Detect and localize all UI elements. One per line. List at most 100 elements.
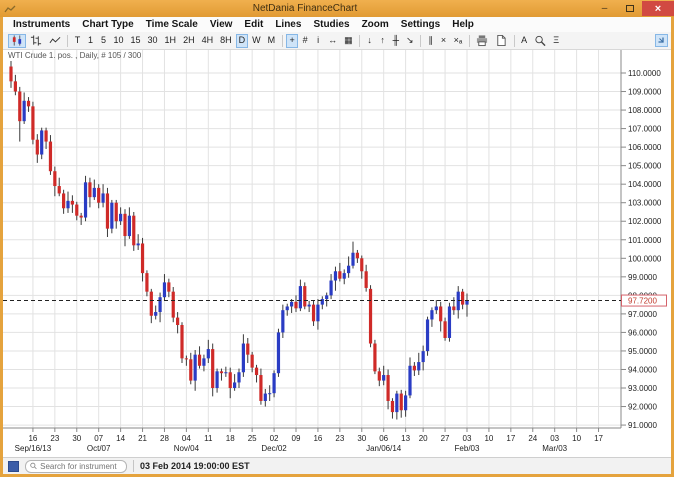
candle bbox=[325, 293, 328, 307]
candle bbox=[9, 61, 12, 88]
timeframe-5m-button[interactable]: 5 bbox=[98, 34, 110, 48]
timeframe-8h-button[interactable]: 8H bbox=[217, 34, 235, 48]
candle bbox=[128, 207, 131, 239]
scale-settings-button[interactable]: Ξ bbox=[550, 34, 562, 48]
candle bbox=[93, 180, 96, 200]
search-input[interactable] bbox=[40, 462, 122, 471]
candle bbox=[417, 353, 420, 375]
timeframe-monthly-button[interactable]: M bbox=[265, 34, 279, 48]
candle bbox=[386, 369, 389, 409]
y-tick-label: 96.0000 bbox=[628, 328, 657, 337]
toolbar-collapse-button[interactable] bbox=[655, 34, 668, 47]
candle bbox=[430, 307, 433, 326]
menu-chart-type[interactable]: Chart Type bbox=[76, 19, 140, 30]
instrument-search-box[interactable] bbox=[25, 460, 127, 473]
x-month-label: Feb/03 bbox=[455, 444, 480, 453]
scroll-arrows-button[interactable]: ↔ bbox=[325, 34, 340, 48]
timeframe-4h-button[interactable]: 4H bbox=[199, 34, 217, 48]
price-chart[interactable]: 91.000092.000093.000094.000095.000096.00… bbox=[3, 50, 671, 457]
candle bbox=[246, 338, 249, 363]
candle bbox=[176, 312, 179, 333]
menu-time-scale[interactable]: Time Scale bbox=[140, 19, 204, 30]
x-tick-label: 17 bbox=[506, 434, 515, 443]
candle bbox=[220, 369, 223, 381]
ohlc-chart-button[interactable] bbox=[27, 34, 45, 48]
crosshair-button[interactable]: + bbox=[286, 34, 298, 48]
y-tick-label: 97.0000 bbox=[628, 310, 657, 319]
print-button[interactable] bbox=[473, 34, 491, 48]
candle bbox=[391, 398, 394, 418]
mini-chart-button[interactable]: ▦ bbox=[341, 34, 356, 48]
y-tick-label: 94.0000 bbox=[628, 365, 657, 374]
text-tool-button[interactable]: A bbox=[518, 34, 530, 48]
parallel-lines-button[interactable]: ∥ bbox=[425, 34, 437, 48]
x-tick-label: 11 bbox=[204, 434, 213, 443]
zoom-tool-button[interactable] bbox=[531, 34, 549, 48]
candle bbox=[439, 302, 442, 332]
title-bar[interactable]: NetDania FinanceChart – × bbox=[0, 0, 674, 17]
menu-settings[interactable]: Settings bbox=[395, 19, 446, 30]
timeframe-10m-button[interactable]: 10 bbox=[111, 34, 127, 48]
x-tick-label: 02 bbox=[270, 434, 279, 443]
app-icon bbox=[4, 3, 18, 15]
candle bbox=[316, 299, 319, 330]
link-indicator-icon[interactable] bbox=[8, 461, 19, 472]
toolbar-separator bbox=[282, 35, 283, 47]
page-setup-button[interactable] bbox=[492, 34, 510, 48]
timeframe-daily-button[interactable]: D bbox=[236, 34, 249, 48]
window-title: NetDania FinanceChart bbox=[18, 3, 592, 14]
menu-lines[interactable]: Lines bbox=[269, 19, 307, 30]
toolbar-separator bbox=[359, 35, 360, 47]
candle bbox=[141, 238, 144, 282]
maximize-icon bbox=[626, 5, 634, 12]
candle bbox=[382, 366, 385, 385]
timeframe-30m-button[interactable]: 30 bbox=[145, 34, 161, 48]
candle bbox=[308, 301, 311, 312]
candle bbox=[97, 184, 100, 208]
menu-instruments[interactable]: Instruments bbox=[7, 19, 76, 30]
toolbar-separator bbox=[67, 35, 68, 47]
candle bbox=[259, 369, 262, 405]
y-tick-label: 105.0000 bbox=[628, 162, 662, 171]
candle bbox=[14, 75, 17, 95]
maximize-button[interactable] bbox=[617, 1, 642, 16]
delete-drawing-button[interactable]: × bbox=[438, 34, 450, 48]
timeframe-tick-button[interactable]: T bbox=[72, 34, 84, 48]
menu-view[interactable]: View bbox=[204, 19, 239, 30]
x-tick-label: 06 bbox=[379, 434, 388, 443]
grid-toggle-button[interactable]: # bbox=[299, 34, 311, 48]
menu-edit[interactable]: Edit bbox=[238, 19, 269, 30]
timeframe-1h-button[interactable]: 1H bbox=[162, 34, 180, 48]
y-tick-label: 102.0000 bbox=[628, 217, 662, 226]
candle bbox=[229, 368, 232, 399]
line-chart-button[interactable] bbox=[46, 34, 64, 48]
candle bbox=[299, 280, 302, 312]
delete-all-drawings-button[interactable]: ×ₐ bbox=[451, 34, 466, 48]
candle bbox=[277, 329, 280, 377]
x-tick-label: 03 bbox=[463, 434, 472, 443]
timeframe-weekly-button[interactable]: W bbox=[249, 34, 264, 48]
menu-studies[interactable]: Studies bbox=[307, 19, 355, 30]
draw-channel-button[interactable]: ╫ bbox=[390, 34, 402, 48]
draw-upline-button[interactable]: ↑ bbox=[377, 34, 389, 48]
candle bbox=[404, 391, 407, 417]
candle bbox=[202, 355, 205, 372]
y-tick-label: 104.0000 bbox=[628, 180, 662, 189]
candlestick-chart-button[interactable] bbox=[8, 34, 26, 48]
x-tick-label: 25 bbox=[248, 434, 257, 443]
x-tick-label: 30 bbox=[357, 434, 366, 443]
menu-help[interactable]: Help bbox=[446, 19, 480, 30]
menu-zoom[interactable]: Zoom bbox=[356, 19, 395, 30]
timeframe-1m-button[interactable]: 1 bbox=[85, 34, 97, 48]
candle bbox=[53, 167, 56, 197]
x-tick-label: 16 bbox=[313, 434, 322, 443]
x-tick-label: 13 bbox=[401, 434, 410, 443]
minimize-button[interactable]: – bbox=[592, 1, 617, 16]
draw-downline-button[interactable]: ↓ bbox=[364, 34, 376, 48]
timeframe-2h-button[interactable]: 2H bbox=[180, 34, 198, 48]
candle bbox=[255, 365, 258, 383]
info-button[interactable]: i bbox=[312, 34, 324, 48]
timeframe-15m-button[interactable]: 15 bbox=[128, 34, 144, 48]
draw-ray-button[interactable]: ↘ bbox=[403, 34, 417, 48]
close-button[interactable]: × bbox=[642, 1, 674, 16]
